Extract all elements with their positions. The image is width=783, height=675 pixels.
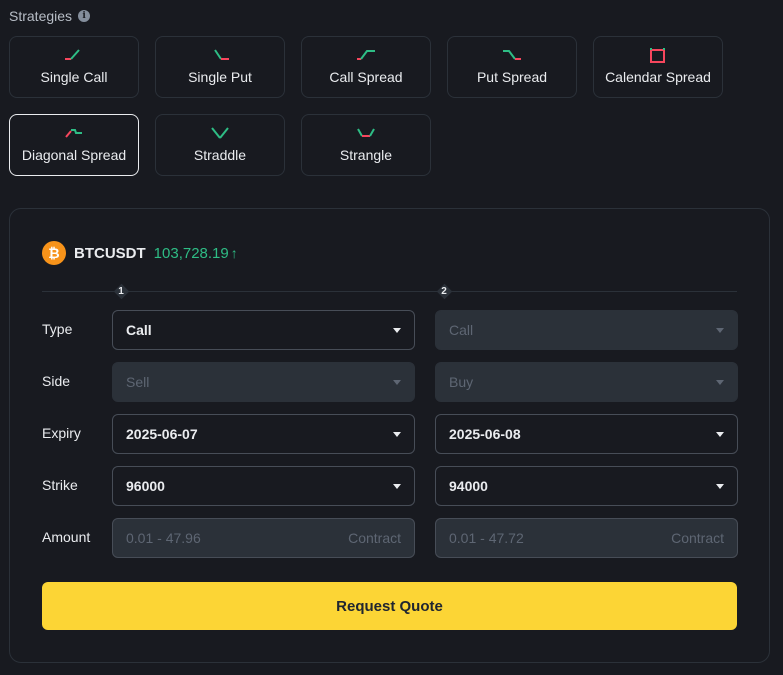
ticker-symbol: BTCUSDT (74, 244, 146, 262)
price-value: 103,728.19 (153, 244, 229, 262)
chevron-down-icon (716, 379, 724, 385)
ticker-price: 103,728.19 ↑ (154, 245, 238, 262)
leg2-type-select: Call (435, 310, 738, 350)
leg2-amount-placeholder: 0.01 - 47.72 (449, 530, 524, 546)
leg-2-badge: 2 (436, 283, 452, 299)
divider (42, 291, 737, 292)
put-spread-icon (503, 50, 521, 60)
leg1-amount-input[interactable]: 0.01 - 47.96 Contract (112, 518, 415, 558)
strategies-title: Strategies (9, 8, 73, 24)
info-icon[interactable]: i (78, 10, 91, 22)
strategy-label: Calendar Spread (605, 69, 711, 85)
strategy-calendar-spread[interactable]: Calendar Spread (593, 36, 723, 98)
arrow-up-icon: ↑ (230, 245, 238, 261)
leg1-strike-select[interactable]: 96000 (112, 466, 415, 506)
leg2-type-value: Call (449, 322, 474, 338)
leg1-side-select: Sell (112, 362, 415, 402)
leg1-type-select[interactable]: Call (112, 310, 415, 350)
strategy-single-call[interactable]: Single Call (9, 36, 139, 98)
diagonal-spread-icon (65, 129, 82, 138)
calendar-spread-icon (650, 48, 665, 63)
strategy-label: Strangle (339, 147, 393, 163)
leg2-strike-select[interactable]: 94000 (435, 466, 738, 506)
strategy-put-spread[interactable]: Put Spread (447, 36, 577, 98)
quote-panel: ₿ BTCUSDT 103,728.19 ↑ 1 2 Type Call Cal… (9, 208, 770, 663)
expiry-label: Expiry (42, 425, 81, 441)
leg1-amount-unit: Contract (348, 530, 401, 546)
strategy-label: Single Put (188, 69, 252, 85)
leg2-expiry-select[interactable]: 2025-06-08 (435, 414, 738, 454)
bitcoin-icon: ₿ (42, 241, 66, 265)
strategy-label: Diagonal Spread (21, 147, 127, 163)
leg1-amount-placeholder: 0.01 - 47.96 (126, 530, 201, 546)
ticker-row: ₿ BTCUSDT 103,728.19 ↑ (42, 241, 238, 265)
chevron-down-icon (716, 431, 724, 437)
single-call-icon (65, 49, 80, 60)
strategy-diagonal-spread[interactable]: Diagonal Spread (9, 114, 139, 176)
leg2-amount-input[interactable]: 0.01 - 47.72 Contract (435, 518, 738, 558)
type-label: Type (42, 321, 73, 337)
strategy-label: Single Call (40, 69, 108, 85)
request-quote-button[interactable]: Request Quote (42, 582, 737, 630)
chevron-down-icon (393, 483, 401, 489)
straddle-icon (211, 127, 229, 139)
leg2-amount-unit: Contract (671, 530, 724, 546)
strategy-label: Put Spread (476, 69, 548, 85)
leg1-expiry-select[interactable]: 2025-06-07 (112, 414, 415, 454)
leg2-strike-value: 94000 (449, 478, 488, 494)
strategy-label: Call Spread (329, 69, 403, 85)
strategy-strangle[interactable]: Strangle (301, 114, 431, 176)
leg1-side-value: Sell (126, 374, 150, 390)
leg1-expiry-value: 2025-06-07 (126, 426, 198, 442)
leg-1-badge: 1 (113, 283, 129, 299)
chevron-down-icon (716, 483, 724, 489)
leg2-expiry-value: 2025-06-08 (449, 426, 521, 442)
chevron-down-icon (716, 327, 724, 333)
chevron-down-icon (393, 327, 401, 333)
strategy-straddle[interactable]: Straddle (155, 114, 285, 176)
chevron-down-icon (393, 431, 401, 437)
call-spread-icon (357, 50, 375, 60)
amount-label: Amount (42, 529, 91, 545)
strangle-icon (357, 128, 375, 137)
side-label: Side (42, 373, 71, 389)
strategy-grid: Single Call Single Put Call Spread Put S… (9, 36, 723, 176)
strategy-single-put[interactable]: Single Put (155, 36, 285, 98)
leg2-side-value: Buy (449, 374, 474, 390)
strategy-label: Straddle (193, 147, 247, 163)
strategy-call-spread[interactable]: Call Spread (301, 36, 431, 98)
leg1-strike-value: 96000 (126, 478, 165, 494)
single-put-icon (214, 49, 229, 60)
strategies-header: Strategies i (9, 8, 91, 24)
leg1-type-value: Call (126, 322, 152, 338)
chevron-down-icon (393, 379, 401, 385)
leg2-side-select: Buy (435, 362, 738, 402)
strike-label: Strike (42, 477, 78, 493)
